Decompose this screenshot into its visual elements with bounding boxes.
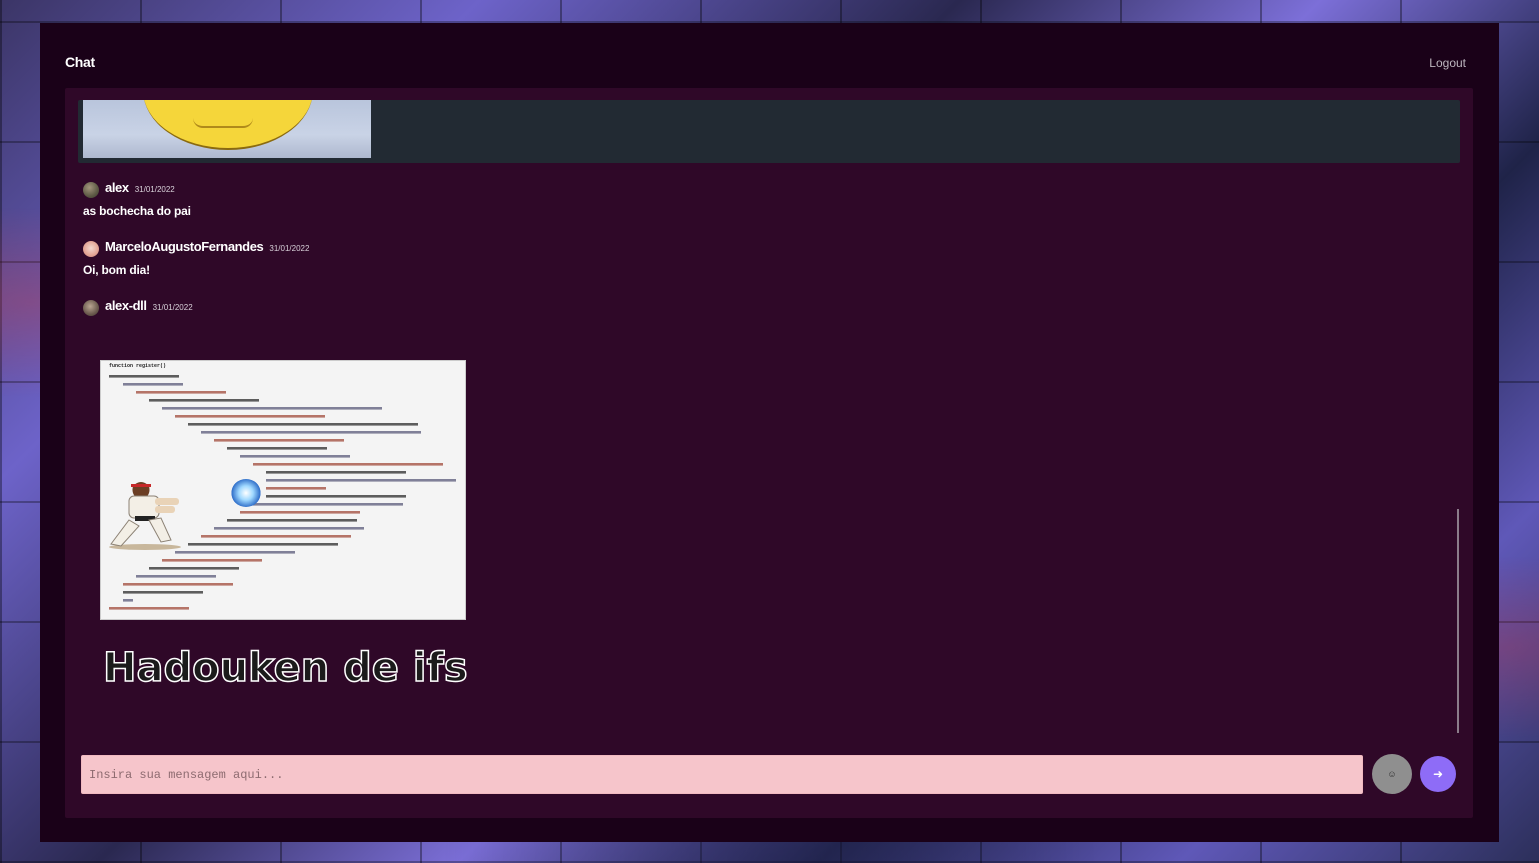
code-line [109,607,189,610]
code-line [162,407,382,410]
message-date: 31/01/2022 [134,185,175,194]
hadouken-fireball [231,479,261,507]
code-line [175,415,325,418]
code-line [136,575,216,578]
code-line [240,455,350,458]
page-title: Chat [65,54,95,70]
code-line [227,447,327,450]
code-line [109,375,179,378]
code-line [123,383,183,386]
message-username: MarceloAugustoFernandes [105,239,264,254]
chat-app-window: Chat Logout alex 31/01/2022 as bochecha … [40,23,1499,842]
code-line [266,495,406,498]
code-line [240,511,360,514]
chat-panel: alex 31/01/2022 as bochecha do pai Marce… [65,88,1473,818]
send-button[interactable]: ➜ [1420,756,1456,792]
code-line [149,567,239,570]
code-header: function register() [109,363,166,369]
code-line [162,559,262,562]
arrow-right-icon: ➜ [1432,767,1444,781]
message-item: MarceloAugustoFernandes 31/01/2022 Oi, b… [83,239,309,277]
message-date: 31/01/2022 [152,303,193,312]
app-header: Chat Logout [65,53,1474,73]
code-line [201,535,351,538]
code-line [201,431,421,434]
avatar [83,300,99,316]
message-item: alex-dll 31/01/2022 [83,298,193,318]
message-composer: ☺ ➜ [81,754,1459,794]
message-text: as bochecha do pai [83,204,191,218]
code-line [266,487,326,490]
code-line [214,439,344,442]
message-item: alex 31/01/2022 as bochecha do pai [83,180,191,218]
meme-caption: Hadouken de ifs [102,644,468,692]
code-line [253,463,443,466]
code-line [149,399,259,402]
code-line [188,423,418,426]
code-line [123,599,133,602]
message-date: 31/01/2022 [269,244,310,253]
message-username: alex-dll [105,298,147,313]
code-line [123,583,233,586]
image-message-card [78,100,1460,163]
pikachu-image [83,100,371,158]
code-line [227,519,357,522]
code-line [136,391,226,394]
logout-button[interactable]: Logout [1429,56,1466,70]
emoji-button[interactable]: ☺ [1372,754,1412,794]
message-list[interactable]: alex 31/01/2022 as bochecha do pai Marce… [78,100,1460,740]
avatar [83,241,99,257]
code-line [123,591,203,594]
message-username: alex [105,180,129,195]
emoji-icon: ☺ [1387,769,1397,779]
meme-image: function register() [100,360,466,620]
code-line [175,551,295,554]
code-line [188,543,338,546]
code-line [214,527,364,530]
code-line [253,503,403,506]
code-line [266,471,406,474]
code-line [266,479,456,482]
message-text: Oi, bom dia! [83,263,150,277]
ryu-fighter-image [109,482,181,550]
avatar [83,182,99,198]
message-input[interactable] [81,755,1363,794]
message-list-scrollbar[interactable] [1457,509,1459,733]
